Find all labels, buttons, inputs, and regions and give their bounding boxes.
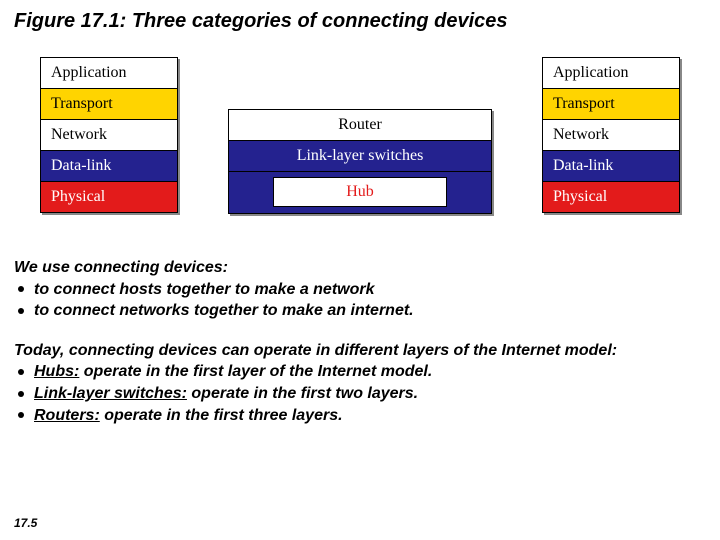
bullet-text: to connect hosts together to make a netw…: [34, 281, 375, 298]
right-data-link-layer: Data-link: [543, 151, 679, 182]
link-layer-switches-box: Link-layer switches: [229, 141, 491, 172]
list-item: to connect hosts together to make a netw…: [18, 279, 706, 301]
paragraph-1: We use connecting devices: to connect ho…: [14, 257, 706, 322]
list-item: Routers: operate in the first three laye…: [18, 405, 706, 427]
right-application-layer: Application: [543, 58, 679, 89]
right-transport-layer: Transport: [543, 89, 679, 120]
left-data-link-layer: Data-link: [41, 151, 177, 182]
right-physical-layer: Physical: [543, 182, 679, 212]
left-network-layer: Network: [41, 120, 177, 151]
left-physical-layer: Physical: [41, 182, 177, 212]
hub-wrapper: Hub: [229, 172, 491, 213]
routers-rest: operate in the first three layers.: [100, 407, 343, 424]
right-network-layer: Network: [543, 120, 679, 151]
figure-number: Figure 17.1:: [14, 10, 126, 32]
bullet-icon: [18, 369, 24, 375]
router-box: Router: [229, 110, 491, 141]
bullet-text: to connect networks together to make an …: [34, 302, 414, 319]
right-layer-stack: Application Transport Network Data-link …: [542, 57, 680, 213]
bullet-icon: [18, 412, 24, 418]
figure-caption: Three categories of connecting devices: [126, 10, 507, 32]
lls-label: Link-layer switches:: [34, 385, 187, 402]
bullet-icon: [18, 286, 24, 292]
left-transport-layer: Transport: [41, 89, 177, 120]
page-number: 17.5: [14, 516, 37, 530]
routers-label: Routers:: [34, 407, 100, 424]
list-item: Link-layer switches: operate in the firs…: [18, 383, 706, 405]
bullet-icon: [18, 308, 24, 314]
list-item: Hubs: operate in the first layer of the …: [18, 361, 706, 383]
hub-box: Hub: [273, 177, 447, 207]
hubs-label: Hubs:: [34, 363, 79, 380]
diagram: Application Transport Network Data-link …: [40, 57, 680, 213]
paragraph-2: Today, connecting devices can operate in…: [14, 340, 706, 426]
para-1-lead: We use connecting devices:: [14, 257, 706, 279]
list-item: to connect networks together to make an …: [18, 300, 706, 322]
left-layer-stack: Application Transport Network Data-link …: [40, 57, 178, 213]
para-2-lead: Today, connecting devices can operate in…: [14, 340, 706, 362]
bullet-icon: [18, 391, 24, 397]
figure-title: Figure 17.1: Three categories of connect…: [14, 10, 706, 33]
hubs-rest: operate in the first layer of the Intern…: [79, 363, 432, 380]
left-application-layer: Application: [41, 58, 177, 89]
lls-rest: operate in the first two layers.: [187, 385, 418, 402]
center-devices-stack: Router Link-layer switches Hub: [228, 109, 492, 214]
